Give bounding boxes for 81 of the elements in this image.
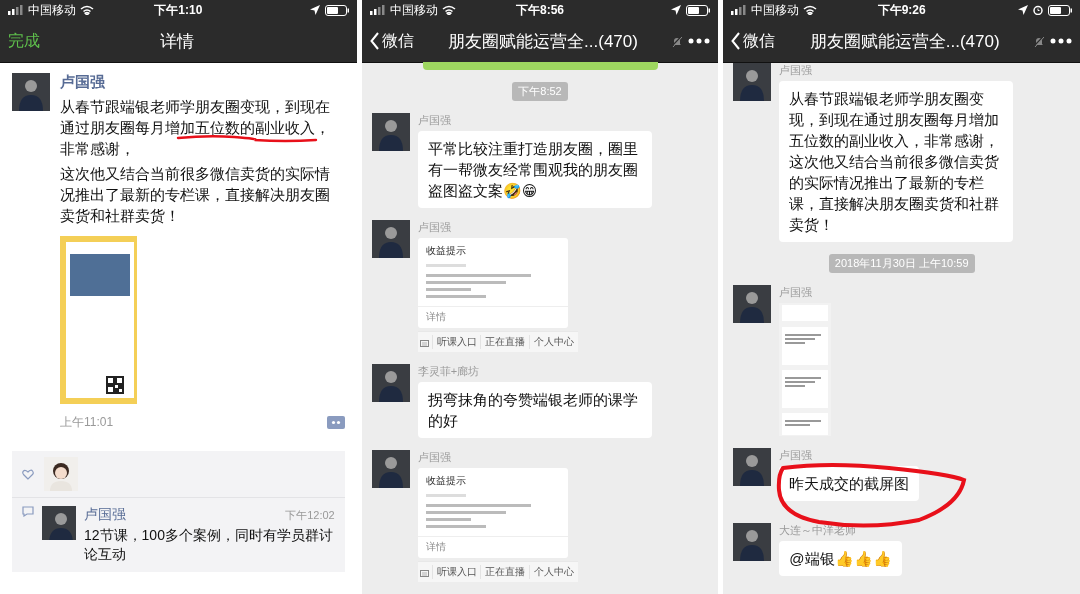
chevron-left-icon xyxy=(731,32,742,50)
keyboard-icon xyxy=(420,337,430,347)
page-title: 详情 xyxy=(159,30,196,53)
commenter-name[interactable]: 卢国强 xyxy=(84,506,126,524)
done-button[interactable]: 完成 xyxy=(8,30,40,52)
menu-item[interactable]: 听课入口 xyxy=(431,335,481,349)
carrier-name: 中国移动 xyxy=(751,1,800,19)
avatar-photo[interactable] xyxy=(371,113,410,151)
detail-link[interactable]: 详情 xyxy=(417,536,568,558)
author-name[interactable]: 卢国强 xyxy=(60,73,345,92)
keyboard-icon xyxy=(420,567,430,577)
sender-name: 卢国强 xyxy=(417,113,451,128)
location-icon xyxy=(309,5,320,15)
menu-item[interactable]: 个人中心 xyxy=(529,335,578,349)
signal-icon xyxy=(731,5,748,15)
sender-name: 卢国强 xyxy=(779,285,813,300)
clock-time: 下午8:56 xyxy=(516,1,565,19)
chevron-left-icon xyxy=(369,32,380,50)
menu-item[interactable]: 正在直播 xyxy=(480,335,529,349)
sender-name: 卢国强 xyxy=(417,220,451,235)
location-icon xyxy=(1018,5,1029,15)
menu-item[interactable]: 个人中心 xyxy=(529,565,578,579)
avatar-photo[interactable] xyxy=(371,450,410,488)
sender-name: 卢国强 xyxy=(417,450,451,465)
sender-name: 卢国强 xyxy=(779,448,813,463)
back-button[interactable]: 微信 xyxy=(731,30,776,52)
message-text: 平常比较注重打造朋友圈，圈里有一帮微友经常围观我的朋友圈盗图盗文案🤣😁 xyxy=(427,139,639,201)
signal-icon xyxy=(8,5,24,15)
message-text: 从春节跟端银老师学朋友圈变现，到现在通过朋友圈每月增加五位数的副业收入，非常感谢，这次他又结合当前很多微信卖货的实际情况推出了最新的专栏课，直接解决朋友圈卖货和社群卖货！ xyxy=(789,89,1001,235)
speech-bubble-icon xyxy=(22,506,34,517)
wifi-icon xyxy=(803,5,818,15)
comment-text: 12节课，100多个案例，同时有学员群讨论互动 xyxy=(84,526,334,564)
poster-image[interactable] xyxy=(60,236,137,404)
wifi-icon xyxy=(80,5,94,15)
chat-title: 朋友圈赋能运营全...(470) xyxy=(808,30,1001,53)
carrier-name: 中国移动 xyxy=(28,1,76,19)
battery-icon xyxy=(324,4,349,16)
carrier-name: 中国移动 xyxy=(389,1,438,19)
detail-link[interactable]: 详情 xyxy=(417,306,568,328)
heart-icon xyxy=(22,468,34,480)
menu-item[interactable]: 正在直播 xyxy=(480,565,529,579)
more-icon[interactable] xyxy=(688,38,711,44)
avatar-photo[interactable] xyxy=(733,523,772,561)
card-title: 收益提示 xyxy=(424,244,467,258)
chat-title: 朋友圈赋能运营全...(470) xyxy=(447,30,639,53)
battery-icon xyxy=(1048,4,1073,16)
avatar-photo[interactable] xyxy=(371,364,410,402)
clock-time: 下午1:10 xyxy=(154,1,203,19)
avatar-photo xyxy=(12,73,50,111)
post-time: 上午11:01 xyxy=(60,414,114,431)
photo-placeholder xyxy=(70,254,130,296)
wifi-icon xyxy=(441,5,456,15)
sender-name: 卢国强 xyxy=(779,63,813,78)
notification-card[interactable]: 收益提示 详情 xyxy=(417,238,568,328)
avatar-photo xyxy=(42,506,76,540)
dots-icon xyxy=(326,416,345,429)
location-icon xyxy=(671,5,682,15)
message-text: @端银👍👍👍 xyxy=(789,549,892,569)
avatar-photo[interactable] xyxy=(733,448,772,486)
sender-name: 李灵菲+廊坊 xyxy=(417,364,480,379)
comment-time: 下午12:02 xyxy=(285,507,335,523)
comment-button[interactable] xyxy=(326,416,345,429)
avatar-photo[interactable] xyxy=(733,63,772,101)
message-text: 昨天成交的截屏图 xyxy=(789,474,910,494)
post-text: 这次他又结合当前很多微信卖货的实际情况推出了最新的专栏课，直接解决朋友圈卖货和社群卖货！ xyxy=(60,164,331,226)
message-text: 拐弯抹角的夸赞端银老师的课学的好 xyxy=(427,390,639,431)
timestamp: 2018年11月30日 上午10:59 xyxy=(828,254,975,273)
avatar-photo xyxy=(44,457,78,491)
timestamp: 下午8:52 xyxy=(512,82,568,101)
battery-icon xyxy=(686,4,711,16)
signal-icon xyxy=(369,5,386,15)
back-button[interactable]: 微信 xyxy=(369,30,414,52)
avatar-photo[interactable] xyxy=(733,285,772,323)
more-icon[interactable] xyxy=(1050,38,1072,44)
card-title: 收益提示 xyxy=(424,474,467,488)
notification-card[interactable]: 收益提示 详情 xyxy=(417,468,568,558)
qr-code-icon xyxy=(106,376,124,394)
clock-time: 下午9:26 xyxy=(877,1,926,19)
menu-item[interactable]: 听课入口 xyxy=(431,565,481,579)
avatar-photo[interactable] xyxy=(371,220,410,258)
post-text: 从春节跟端银老师学朋友圈变现，到现在通过朋友圈每月增加五位数的副业收入，非常感谢， xyxy=(60,97,331,159)
